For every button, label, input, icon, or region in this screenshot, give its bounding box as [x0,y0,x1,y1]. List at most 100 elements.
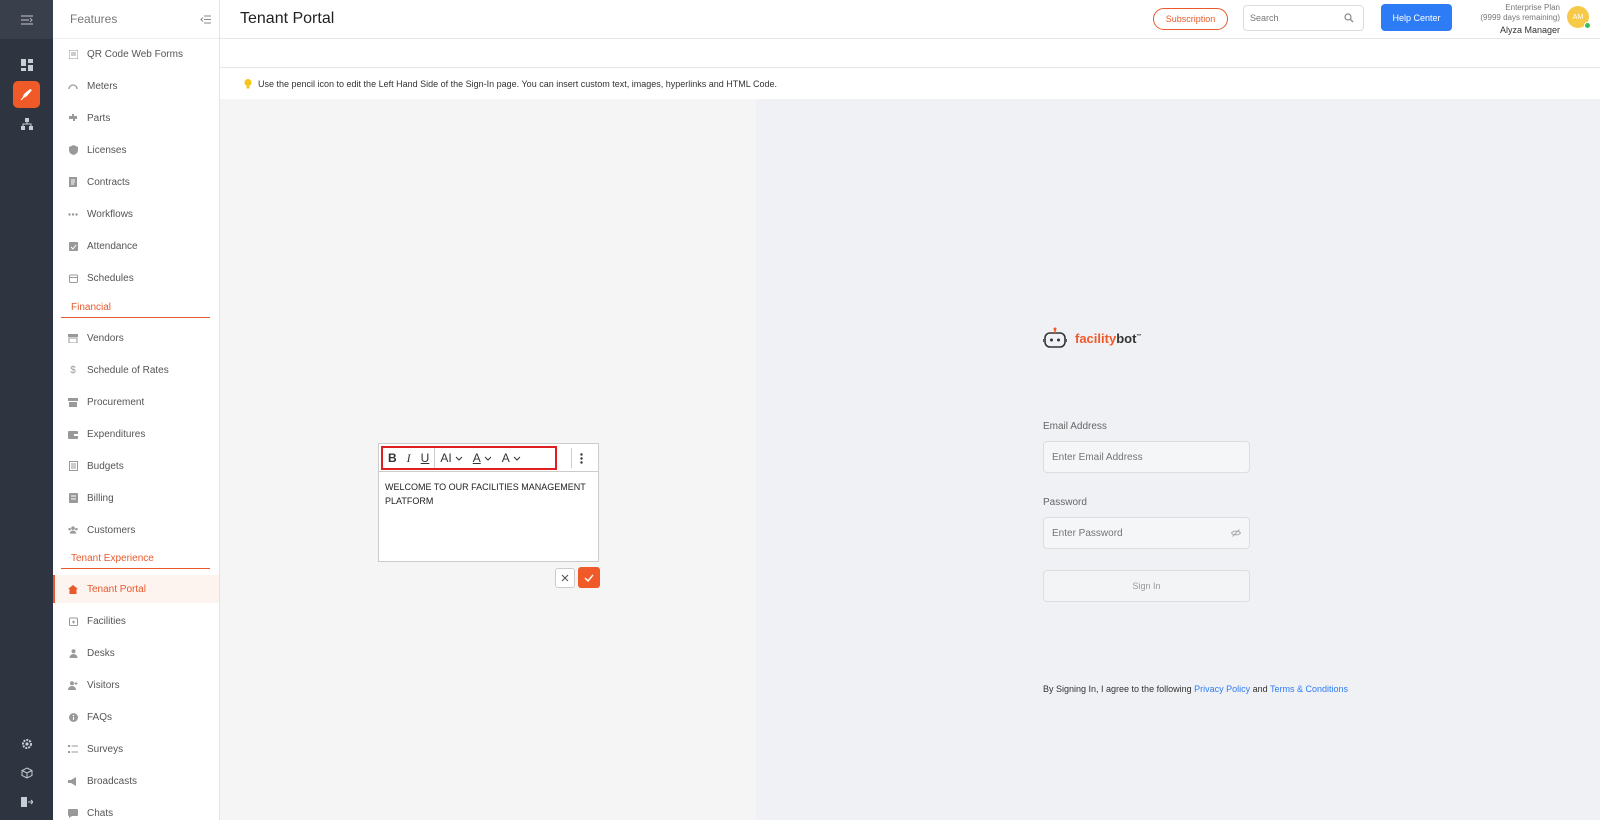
modules-nav[interactable] [13,759,40,786]
logo-part-facility: facility [1075,330,1117,346]
editor-toolbar: B I U AI A A [379,444,598,472]
info-banner: Use the pencil icon to edit the Left Han… [220,68,1600,99]
sidebar-item-billing[interactable]: Billing [53,484,219,512]
sidebar-item-schedule-of-rates[interactable]: $ Schedule of Rates [53,356,219,384]
sidebar-item-customers[interactable]: Customers [53,516,219,544]
agreement-text: By Signing In, I agree to the following … [1043,684,1348,694]
gear-icon [21,738,32,749]
cube-icon [21,766,32,779]
sidebar-item-contracts[interactable]: Contracts [53,168,219,196]
help-center-button[interactable]: Help Center [1381,4,1452,31]
settings-nav[interactable] [13,730,40,757]
chevron-down-icon [455,456,463,461]
sidebar-item-schedules[interactable]: Schedules [53,264,219,292]
plan-name: Enterprise Plan [1505,3,1560,12]
sidebar-item-vendors[interactable]: Vendors [53,324,219,352]
robot-logo-icon [1043,327,1067,348]
sidebar-item-facilities[interactable]: Facilities [53,607,219,635]
features-nav[interactable] [13,81,40,108]
eye-slash-icon[interactable] [1231,529,1241,537]
password-input[interactable] [1052,527,1232,539]
shield-icon [68,145,78,155]
sidebar-item-label: Parts [87,112,111,124]
subscription-button[interactable]: Subscription [1153,8,1228,30]
italic-button[interactable]: I [402,448,416,468]
calendar-icon [68,273,78,283]
privacy-policy-link[interactable]: Privacy Policy [1194,684,1250,694]
italic-label: I [406,450,411,465]
sidebar-item-label: QR Code Web Forms [87,48,183,60]
sidebar-item-surveys[interactable]: Surveys [53,735,219,763]
sidebar-item-chats[interactable]: Chats [53,799,219,820]
sidebar-item-label: Vendors [87,332,124,344]
cancel-edit-button[interactable] [555,568,575,588]
sidebar-item-procurement[interactable]: Procurement [53,388,219,416]
more-options-button[interactable] [573,448,589,468]
search-box[interactable] [1243,5,1364,31]
toolbar-divider [571,448,572,468]
features-sidebar: Features QR Code Web Forms Meters Parts … [53,0,220,820]
org-chart-icon [20,117,33,130]
megaphone-icon [68,776,78,786]
font-color-label: A [472,451,481,465]
sidebar-item-label: Procurement [87,396,145,408]
agreement-prefix: By Signing In, I agree to the following [1043,684,1195,694]
sidebar-item-expenditures[interactable]: Expenditures [53,420,219,448]
text-format-label: A [501,451,510,465]
sidebar-item-workflows[interactable]: Workflows [53,200,219,228]
font-size-label: AI [440,451,452,465]
sidebar-item-attendance[interactable]: Attendance [53,232,219,260]
underline-button[interactable]: U [416,448,435,468]
person-icon [68,648,78,658]
logout-nav[interactable] [13,788,40,815]
sidebar-item-parts[interactable]: Parts [53,104,219,132]
search-input[interactable] [1250,13,1344,23]
user-name[interactable]: Alyza Manager [1457,25,1560,35]
sidebar-item-desks[interactable]: Desks [53,639,219,667]
sidebar-item-budgets[interactable]: Budgets [53,452,219,480]
rocket-icon [20,89,32,101]
email-label: Email Address [1043,421,1107,432]
save-edit-button[interactable] [578,567,600,588]
text-format-dropdown[interactable]: A [497,448,526,468]
sidebar-item-broadcasts[interactable]: Broadcasts [53,767,219,795]
email-field[interactable] [1043,441,1250,473]
list-icon [68,744,78,754]
terms-link[interactable]: Terms & Conditions [1270,684,1348,694]
password-label: Password [1043,497,1087,508]
search-icon[interactable] [1344,13,1354,23]
sign-in-button[interactable]: Sign In [1043,570,1250,602]
sidebar-item-label: Visitors [87,679,120,691]
logout-icon [20,796,33,807]
sidebar-item-label: Meters [87,80,118,92]
sidebar-item-faqs[interactable]: FAQs [53,703,219,731]
sidebar-item-label: FAQs [87,711,113,723]
dashboard-nav[interactable] [13,51,40,78]
wallet-icon [68,429,78,439]
sidebar-item-label: Broadcasts [87,775,138,787]
editor-content[interactable]: WELCOME TO OUR FACILITIES MANAGEMENT PLA… [379,472,598,516]
underline-label: U [420,451,430,465]
analytics-nav[interactable] [13,110,40,137]
checkmark-icon [584,574,594,582]
document-icon [68,177,78,187]
bold-button[interactable]: B [383,448,402,468]
sidebar-item-visitors[interactable]: Visitors [53,671,219,699]
sidebar-item-label: Tenant Portal [87,583,146,595]
sidebar-item-label: Chats [87,807,114,819]
sidebar-item-meters[interactable]: Meters [53,72,219,100]
sidebar-item-licenses[interactable]: Licenses [53,136,219,164]
calendar-check-icon [68,241,78,251]
group-icon [68,525,78,535]
font-size-dropdown[interactable]: AI [435,448,467,468]
sidebar-item-tenant-portal[interactable]: Tenant Portal [53,575,219,603]
section-financial: Financial [61,298,210,318]
avatar[interactable]: AM [1567,6,1591,29]
facilitybot-logo: facilitybot™ [1043,327,1141,349]
menu-toggle[interactable] [0,0,53,39]
font-color-dropdown[interactable]: A [468,448,497,468]
password-field[interactable] [1043,517,1250,549]
email-input[interactable] [1052,451,1232,463]
collapse-sidebar-icon[interactable] [200,15,211,24]
sidebar-item-qr-code-web-forms[interactable]: QR Code Web Forms [53,40,219,68]
